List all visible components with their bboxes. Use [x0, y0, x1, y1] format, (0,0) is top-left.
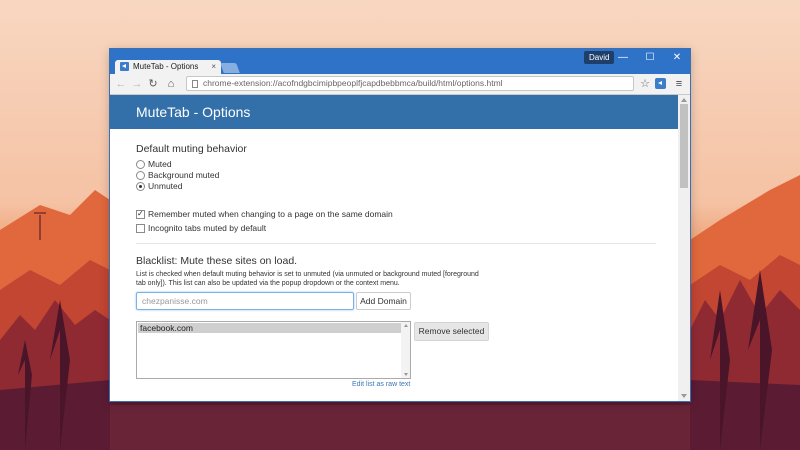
blacklist-heading: Blacklist: Mute these sites on load. [136, 255, 298, 267]
radio-muted-label: Muted [148, 159, 172, 169]
maximize-button[interactable]: ☐ [637, 49, 663, 67]
tab-mutetab-options[interactable]: MuteTab - Options × [115, 60, 221, 74]
page-header: MuteTab - Options [110, 95, 678, 129]
page-icon [192, 80, 198, 88]
scroll-up-arrow-icon[interactable] [681, 98, 687, 102]
listbox-scrollbar[interactable] [401, 322, 410, 378]
back-arrow-icon[interactable]: ← [114, 77, 128, 91]
mutetab-favicon-icon [120, 62, 129, 71]
radio-unmuted-label: Unmuted [148, 181, 183, 191]
minimize-button[interactable]: — [610, 49, 636, 67]
forward-arrow-icon[interactable]: → [130, 77, 144, 91]
checkbox-remember-muted-input[interactable] [136, 208, 145, 219]
checkbox-remember-muted-label: Remember muted when changing to a page o… [148, 209, 393, 219]
title-bar: David — ☐ ✕ MuteTab - Options × [110, 49, 690, 74]
scrollbar-thumb[interactable] [680, 104, 688, 188]
new-tab-button[interactable] [220, 63, 240, 73]
radio-unmuted-input[interactable] [136, 182, 145, 191]
radio-background-muted-input[interactable] [136, 171, 145, 180]
url-text: chrome-extension://acofndgbcimipbpeoplfj… [203, 78, 503, 88]
section-divider [136, 243, 656, 244]
scroll-down-arrow-icon[interactable] [404, 373, 408, 376]
page-scrollbar[interactable] [678, 95, 690, 401]
scroll-up-arrow-icon[interactable] [404, 324, 408, 327]
page-title: MuteTab - Options [136, 104, 251, 120]
chrome-menu-icon[interactable]: ≡ [673, 77, 685, 91]
bookmark-star-icon[interactable]: ☆ [638, 77, 652, 91]
page-viewport: MuteTab - Options Default muting behavio… [110, 95, 678, 401]
scroll-down-arrow-icon[interactable] [681, 394, 687, 398]
close-tab-icon[interactable]: × [211, 61, 216, 73]
address-bar[interactable]: chrome-extension://acofndgbcimipbpeoplfj… [186, 76, 634, 91]
mutetab-extension-icon[interactable] [655, 78, 666, 89]
home-icon[interactable]: ⌂ [164, 77, 178, 91]
browser-window: David — ☐ ✕ MuteTab - Options × ← → ↻ ⌂ … [110, 49, 690, 401]
list-item[interactable]: facebook.com [138, 323, 402, 333]
radio-muted-input[interactable] [136, 160, 145, 169]
browser-toolbar: ← → ↻ ⌂ chrome-extension://acofndgbcimip… [110, 74, 690, 95]
remove-selected-button[interactable]: Remove selected [414, 322, 489, 341]
domain-input[interactable]: chezpanisse.com [136, 292, 354, 310]
checkbox-incognito-muted-label: Incognito tabs muted by default [148, 223, 267, 233]
blacklist-help-text: List is checked when default muting beha… [136, 271, 479, 287]
tab-title: MuteTab - Options [133, 62, 199, 71]
reload-icon[interactable]: ↻ [146, 77, 160, 91]
radio-background-muted-label: Background muted [148, 170, 220, 180]
add-domain-button[interactable]: Add Domain [356, 292, 411, 310]
checkbox-incognito-muted-input[interactable] [136, 224, 145, 233]
default-muting-heading: Default muting behavior [136, 143, 247, 155]
blacklist-listbox[interactable]: facebook.com [136, 321, 411, 379]
close-window-button[interactable]: ✕ [664, 49, 690, 67]
edit-raw-text-link[interactable]: Edit list as raw text [352, 381, 410, 388]
